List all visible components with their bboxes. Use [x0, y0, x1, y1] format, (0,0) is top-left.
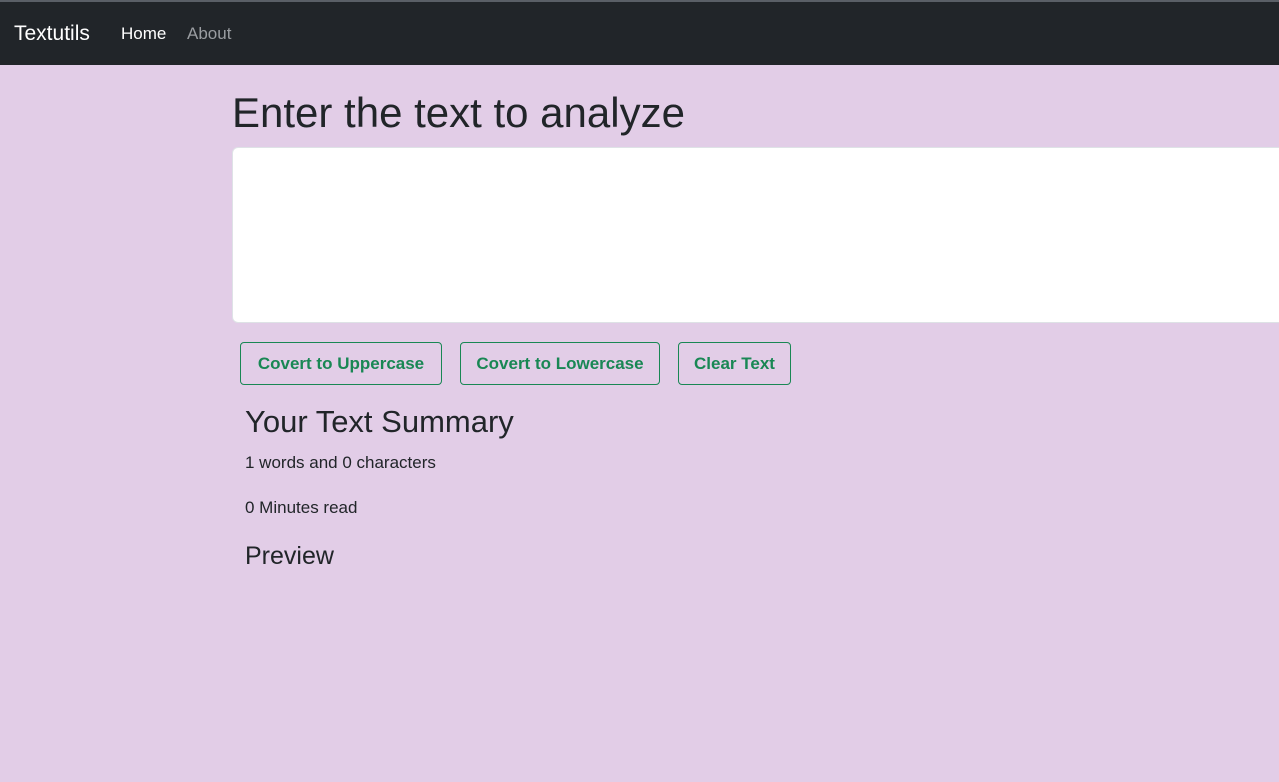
text-input[interactable]: [232, 147, 1279, 323]
clear-text-button[interactable]: Clear Text: [678, 342, 791, 385]
summary-title: Your Text Summary: [245, 404, 514, 439]
preview-title: Preview: [245, 542, 334, 570]
uppercase-button[interactable]: Covert to Uppercase: [240, 342, 442, 385]
nav-link-about[interactable]: About: [187, 23, 231, 45]
reading-time-text: 0 Minutes read: [245, 498, 358, 517]
navbar-brand[interactable]: Textutils: [14, 20, 90, 48]
page-title: Enter the text to analyze: [232, 89, 685, 136]
lowercase-button[interactable]: Covert to Lowercase: [460, 342, 660, 385]
word-count-text: 1 words and 0 characters: [245, 453, 436, 472]
navbar: Textutils Home About: [0, 2, 1279, 65]
nav-link-home[interactable]: Home: [121, 23, 166, 45]
